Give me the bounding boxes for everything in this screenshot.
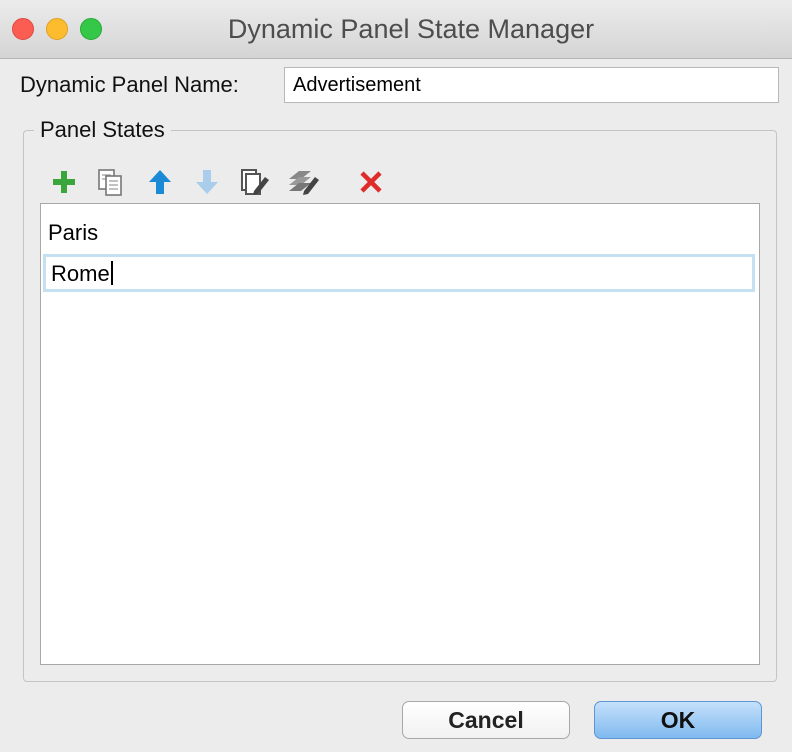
edit-state-icon	[241, 169, 269, 195]
delete-state-button[interactable]	[354, 164, 388, 200]
duplicate-state-button[interactable]	[93, 164, 127, 200]
text-caret	[110, 261, 113, 285]
duplicate-icon	[98, 169, 122, 196]
panel-name-input[interactable]	[284, 67, 779, 103]
state-name-editor[interactable]: Rome	[43, 254, 755, 292]
panel-name-label: Dynamic Panel Name:	[20, 72, 239, 97]
panel-states-list[interactable]: Paris Rome	[40, 203, 760, 665]
states-toolbar	[0, 164, 792, 200]
state-label: Rome	[51, 261, 110, 286]
edit-all-states-button[interactable]	[286, 164, 320, 200]
panel-states-legend: Panel States	[34, 117, 171, 143]
move-state-down-button[interactable]	[190, 164, 224, 200]
move-up-icon	[149, 170, 171, 194]
window-title: Dynamic Panel State Manager	[227, 14, 595, 44]
dialog-window: Dynamic Panel State Manager Dynamic Pane…	[0, 0, 792, 752]
add-state-button[interactable]	[47, 164, 81, 200]
list-item[interactable]: Paris	[41, 214, 759, 252]
cancel-button[interactable]: Cancel	[402, 701, 570, 739]
move-state-up-button[interactable]	[143, 164, 177, 200]
title-bar[interactable]: Dynamic Panel State Manager	[0, 0, 792, 59]
state-label: Paris	[48, 220, 99, 245]
ok-button[interactable]: OK	[594, 701, 762, 739]
move-down-icon	[196, 170, 218, 194]
delete-icon	[360, 171, 382, 193]
add-icon	[53, 171, 75, 193]
edit-all-states-icon	[289, 171, 319, 195]
edit-state-button[interactable]	[237, 164, 271, 200]
